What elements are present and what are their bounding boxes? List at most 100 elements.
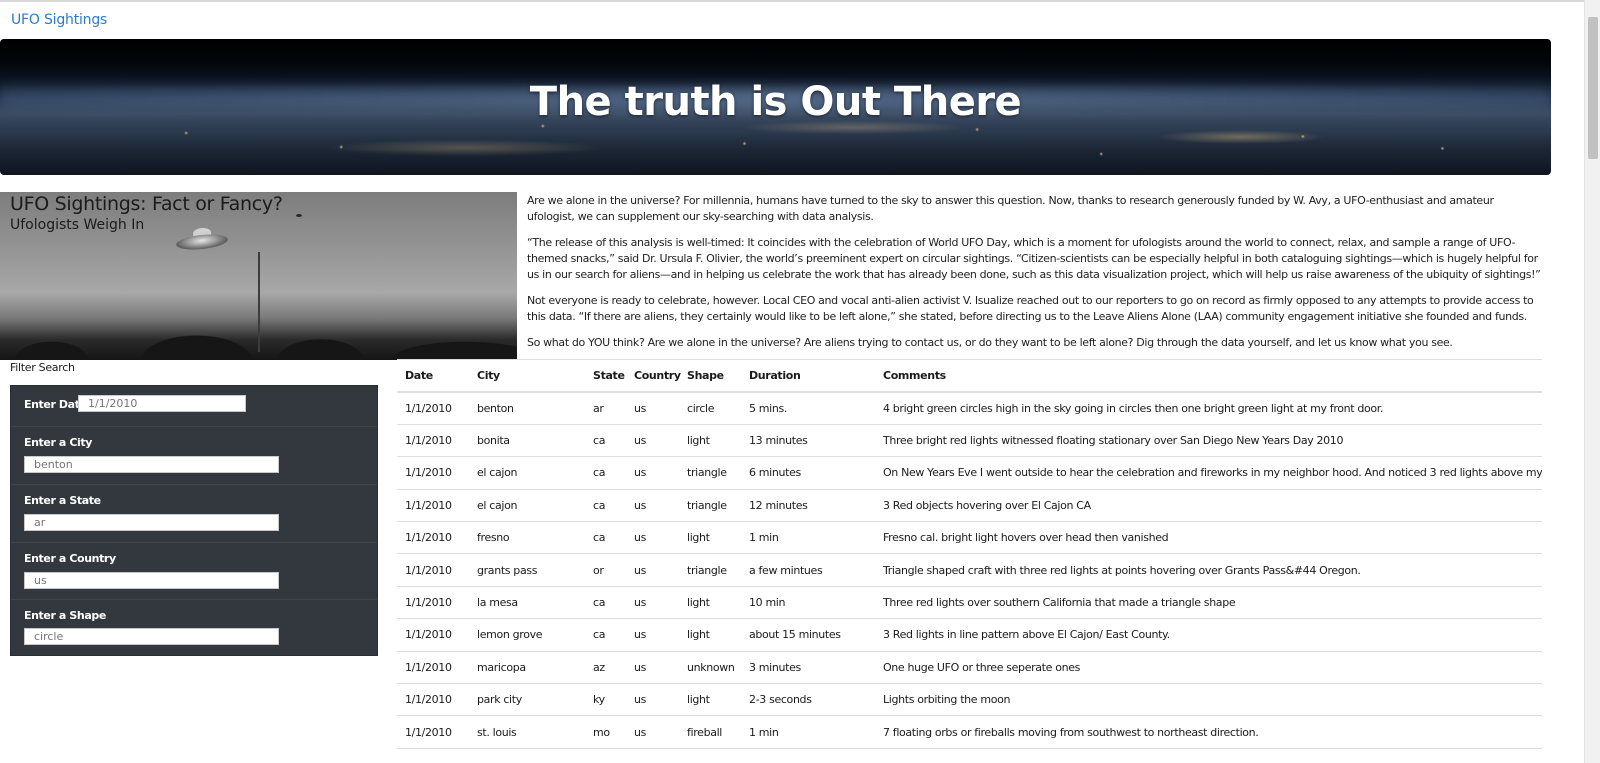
filter-label-country: Enter a Country <box>24 552 116 565</box>
cell-country: us <box>626 715 679 749</box>
cell-country: us <box>626 489 679 523</box>
filter-label-shape: Enter a Shape <box>24 609 106 622</box>
cell-duration: 10 min <box>741 586 875 620</box>
article-paragraph: Are we alone in the universe? For millen… <box>527 194 1494 223</box>
filter-row-state: Enter a State <box>11 485 377 543</box>
cell-shape: unknown <box>679 651 741 685</box>
cell-duration: a few mintues <box>741 553 875 587</box>
country-input[interactable] <box>24 572 279 589</box>
table-row: 1/1/2010 lemon grove ca us light about 15 min… <box>397 618 1542 652</box>
scrollbar-thumb[interactable] <box>1588 17 1598 159</box>
cell-state: ca <box>585 521 626 555</box>
cell-state: ky <box>585 683 626 717</box>
table-header-row: Date City State Country Shape Duration C… <box>397 360 1542 393</box>
cell-date: 1/1/2010 <box>397 715 469 749</box>
cell-shape: light <box>679 521 741 555</box>
cell-state: mo <box>585 715 626 749</box>
cell-date: 1/1/2010 <box>397 456 469 490</box>
cell-date: 1/1/2010 <box>397 521 469 555</box>
page-scrollbar[interactable] <box>1584 0 1600 763</box>
table-row: 1/1/2010 st. louis mo us fireball 1 min 7 floa… <box>397 715 1542 749</box>
cell-shape: triangle <box>679 553 741 587</box>
cell-state: ca <box>585 456 626 490</box>
intro-title: UFO Sightings: Fact or Fancy? <box>10 193 283 215</box>
filter-row-country: Enter a Country <box>11 543 377 600</box>
cell-country: us <box>626 521 679 555</box>
cell-country: us <box>626 651 679 685</box>
navbar-brand-link[interactable]: UFO Sightings <box>11 12 107 28</box>
table-row: 1/1/2010 benton ar us circle 5 mins. 4 bright … <box>397 392 1542 425</box>
cell-duration: 13 minutes <box>741 424 875 458</box>
hero-title: The truth is Out There <box>529 79 1022 125</box>
cell-state: or <box>585 553 626 587</box>
cell-comments: On New Years Eve I went outside to hear … <box>875 456 1542 490</box>
cell-country: us <box>626 618 679 652</box>
table-row: 1/1/2010 maricopa az us unknown 3 minutes One … <box>397 651 1542 685</box>
column-header-city: City <box>469 360 585 393</box>
cell-shape: light <box>679 618 741 652</box>
cell-date: 1/1/2010 <box>397 424 469 458</box>
table-row: 1/1/2010 el cajon ca us triangle 6 minutes On … <box>397 456 1542 490</box>
cell-date: 1/1/2010 <box>397 553 469 587</box>
cell-duration: 2-3 seconds <box>741 683 875 717</box>
cell-city: bonita <box>469 424 585 458</box>
cell-comments: Triangle shaped craft with three red lig… <box>875 553 1542 587</box>
distant-ufo-shape <box>296 214 302 217</box>
cell-city: maricopa <box>469 651 585 685</box>
shape-input[interactable] <box>24 628 279 645</box>
cell-comments: One huge UFO or three seperate ones <box>875 651 1542 685</box>
filter-search-heading: Filter Search <box>10 361 75 374</box>
column-header-shape: Shape <box>679 360 741 393</box>
table-row: 1/1/2010 el cajon ca us triangle 12 minutes 3 … <box>397 489 1542 523</box>
state-input[interactable] <box>24 514 279 531</box>
table-row: 1/1/2010 bonita ca us light 13 minutes Three b… <box>397 424 1542 458</box>
cell-duration: 1 min <box>741 521 875 555</box>
date-input[interactable] <box>78 395 246 412</box>
table-row: 1/1/2010 park city ky us light 2-3 seconds Lig… <box>397 683 1542 717</box>
cell-shape: light <box>679 424 741 458</box>
filter-row-shape: Enter a Shape <box>11 600 377 656</box>
cell-city: el cajon <box>469 456 585 490</box>
cell-country: us <box>626 456 679 490</box>
filter-label-city: Enter a City <box>24 436 93 449</box>
column-header-date: Date <box>397 360 469 393</box>
cell-state: ca <box>585 489 626 523</box>
cell-state: ca <box>585 618 626 652</box>
cell-city: grants pass <box>469 553 585 587</box>
cell-date: 1/1/2010 <box>397 392 469 425</box>
cell-duration: 1 min <box>741 715 875 749</box>
city-input[interactable] <box>24 456 279 473</box>
cell-comments: 4 bright green circles high in the sky g… <box>875 392 1542 425</box>
cell-city: el cajon <box>469 489 585 523</box>
sightings-table: Date City State Country Shape Duration C… <box>397 360 1542 749</box>
cell-country: us <box>626 392 679 425</box>
flying-saucer-shape <box>175 232 229 252</box>
column-header-comments: Comments <box>875 360 1542 393</box>
cell-duration: 6 minutes <box>741 456 875 490</box>
table-row: 1/1/2010 fresno ca us light 1 min Fresno cal. … <box>397 521 1542 555</box>
cell-city: park city <box>469 683 585 717</box>
column-header-state: State <box>585 360 626 393</box>
cell-state: ca <box>585 424 626 458</box>
cell-country: us <box>626 553 679 587</box>
cell-state: az <box>585 651 626 685</box>
table-body: 1/1/2010 benton ar us circle 5 mins. 4 bright … <box>397 392 1542 749</box>
hero-banner: The truth is Out There <box>0 39 1551 175</box>
cell-date: 1/1/2010 <box>397 683 469 717</box>
cell-comments: 7 floating orbs or fireballs moving from… <box>875 715 1542 749</box>
column-header-country: Country <box>626 360 681 393</box>
cell-shape: fireball <box>679 715 741 749</box>
filter-panel: Enter Date Enter a City Enter a State En… <box>10 385 378 656</box>
cell-city: st. louis <box>469 715 585 749</box>
article-paragraph: Not everyone is ready to celebrate, howe… <box>527 294 1534 323</box>
cell-date: 1/1/2010 <box>397 489 469 523</box>
cell-shape: triangle <box>679 489 741 523</box>
intro-subtitle: Ufologists Weigh In <box>10 217 145 233</box>
cell-shape: triangle <box>679 456 741 490</box>
column-header-duration: Duration <box>741 360 875 393</box>
cell-duration: 3 minutes <box>741 651 875 685</box>
cell-date: 1/1/2010 <box>397 618 469 652</box>
filter-row-city: Enter a City <box>11 427 377 485</box>
cell-comments: Fresno cal. bright light hovers over hea… <box>875 521 1542 555</box>
navbar: UFO Sightings <box>0 2 1585 38</box>
